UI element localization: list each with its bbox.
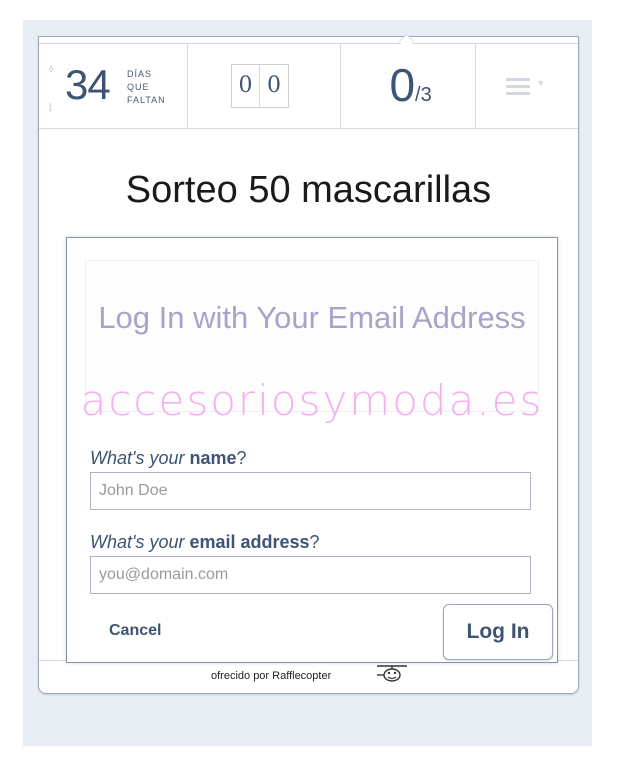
login-modal: Log In with Your Email Address accesorio… bbox=[66, 237, 558, 663]
counter-digit: 0 bbox=[259, 65, 288, 107]
login-button[interactable]: Log In bbox=[443, 604, 553, 660]
widget-top-strip bbox=[39, 37, 578, 44]
menu-cell[interactable]: ▼ bbox=[476, 44, 578, 128]
chevron-down-icon[interactable]: ▼ bbox=[536, 78, 545, 88]
tick-top-icon: ◊ bbox=[49, 64, 54, 74]
entries-total: /3 bbox=[415, 84, 432, 106]
hamburger-menu-icon[interactable] bbox=[506, 78, 531, 99]
tick-bottom-icon: ⌊ bbox=[49, 102, 53, 112]
entry-counter: 0 0 bbox=[230, 64, 289, 108]
email-input[interactable] bbox=[90, 556, 531, 594]
modal-title: Log In with Your Email Address bbox=[98, 300, 526, 335]
entries-current: 0 bbox=[389, 59, 416, 111]
my-entries-cell: 0/3 bbox=[341, 33, 477, 128]
cancel-button[interactable]: Cancel bbox=[109, 622, 161, 640]
page-title: Sorteo 50 mascarillas bbox=[125, 169, 492, 211]
days-left-label: DÍAS QUE FALTAN bbox=[127, 69, 166, 105]
name-label: What's your name? bbox=[90, 448, 247, 468]
stats-bar: ◊ ⌊ 34 DÍAS QUE FALTAN 0 0 0/3 ▼ bbox=[39, 33, 578, 129]
my-entries: 0/3 bbox=[389, 58, 431, 112]
email-label: What's your email address? bbox=[90, 532, 320, 552]
days-left-cell: ◊ ⌊ 34 DÍAS QUE FALTAN bbox=[39, 44, 188, 128]
rafflecopter-logo-icon[interactable] bbox=[375, 663, 411, 685]
watermark-text: accesoriosymoda.es bbox=[80, 376, 544, 425]
days-left-number: 34 bbox=[65, 61, 111, 108]
counter-digit: 0 bbox=[238, 73, 253, 98]
entry-counter-cell: 0 0 bbox=[188, 44, 342, 128]
name-input[interactable] bbox=[90, 472, 531, 510]
powered-by-link[interactable]: ofrecido por Rafflecopter bbox=[211, 670, 331, 682]
